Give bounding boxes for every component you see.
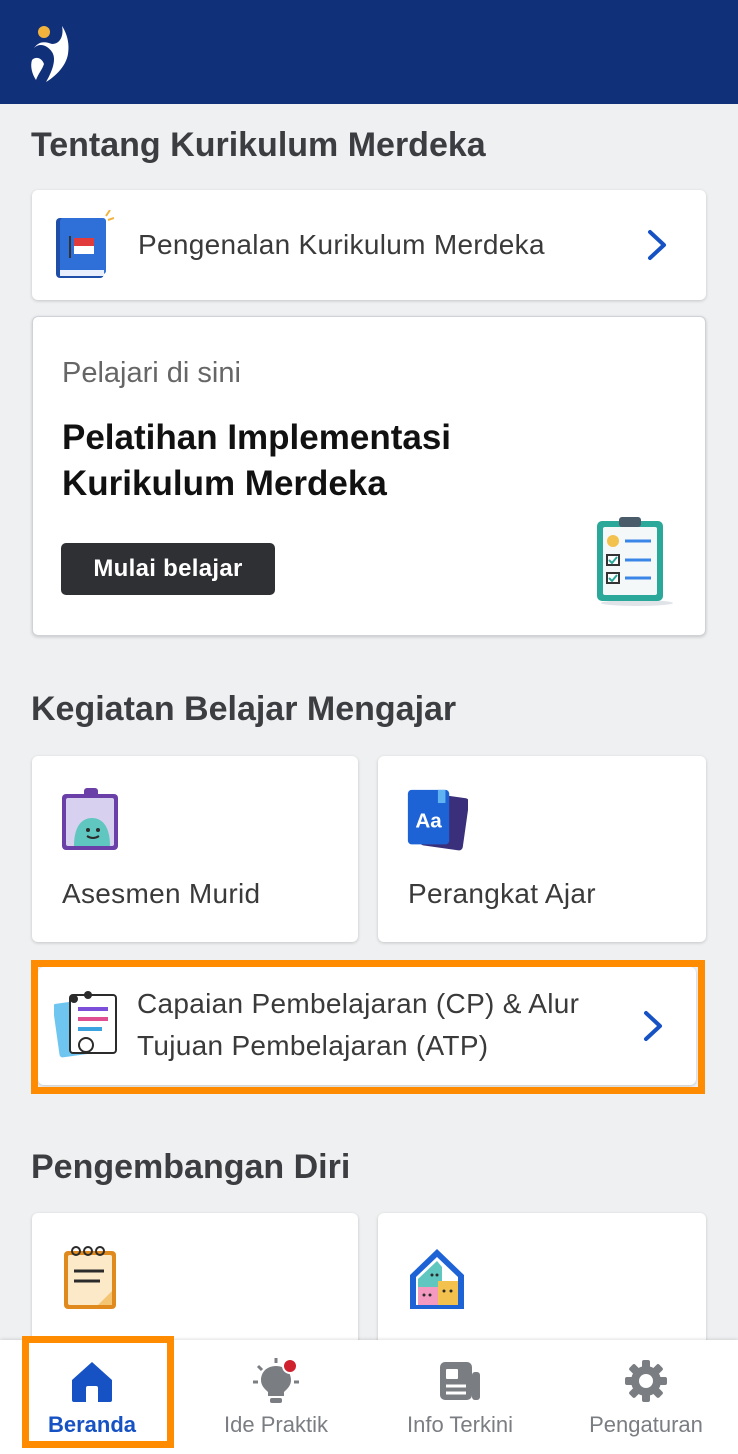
- teaching-kit-book-icon: Aa: [407, 789, 468, 851]
- app-logo-icon[interactable]: [26, 22, 76, 86]
- section-title-kegiatan: Kegiatan Belajar Mengajar: [31, 690, 457, 728]
- promo-subtitle: Pelajari di sini: [62, 357, 241, 389]
- gear-icon: [625, 1360, 667, 1402]
- promo-title: Pelatihan Implementasi Kurikulum Merdeka: [62, 418, 452, 503]
- notepad-icon: [64, 1246, 116, 1309]
- promo-card: Pelajari di sini Pelatihan Implementasi …: [32, 316, 706, 636]
- assessment-clipboard-icon: [62, 788, 118, 850]
- perangkat-ajar-tile[interactable]: Aa Perangkat Ajar: [378, 756, 706, 942]
- asesmen-murid-tile[interactable]: Asesmen Murid: [32, 756, 358, 942]
- mulai-belajar-button[interactable]: Mulai belajar: [61, 543, 275, 595]
- cp-atp-highlight: [31, 960, 705, 1094]
- nav-info-terkini-label: Info Terkini: [407, 1412, 513, 1437]
- nav-info-terkini[interactable]: Info Terkini: [390, 1340, 530, 1454]
- book-flag-icon: [56, 210, 114, 278]
- chevron-right-icon: [648, 230, 666, 260]
- pengenalan-kurikulum-label: Pengenalan Kurikulum Merdeka: [138, 229, 545, 260]
- lightbulb-icon: [253, 1358, 299, 1403]
- nav-ide-praktik[interactable]: Ide Praktik: [206, 1340, 346, 1454]
- section-title-pengembangan: Pengembangan Diri: [31, 1148, 351, 1186]
- nav-ide-praktik-label: Ide Praktik: [224, 1412, 328, 1437]
- community-house-icon: [410, 1249, 464, 1309]
- app-header: [0, 0, 738, 104]
- notification-badge-dot: [282, 1358, 298, 1374]
- nav-pengaturan[interactable]: Pengaturan: [574, 1340, 718, 1454]
- asesmen-murid-label: Asesmen Murid: [62, 878, 261, 909]
- nav-pengaturan-label: Pengaturan: [589, 1412, 703, 1437]
- beranda-highlight: [22, 1336, 174, 1448]
- perangkat-ajar-label: Perangkat Ajar: [408, 878, 596, 909]
- svg-text:Aa: Aa: [415, 809, 442, 832]
- pengenalan-kurikulum-card[interactable]: Pengenalan Kurikulum Merdeka: [32, 190, 706, 300]
- clipboard-checklist-icon: [597, 517, 673, 606]
- section-title-tentang: Tentang Kurikulum Merdeka: [31, 126, 486, 164]
- news-icon: [440, 1362, 480, 1400]
